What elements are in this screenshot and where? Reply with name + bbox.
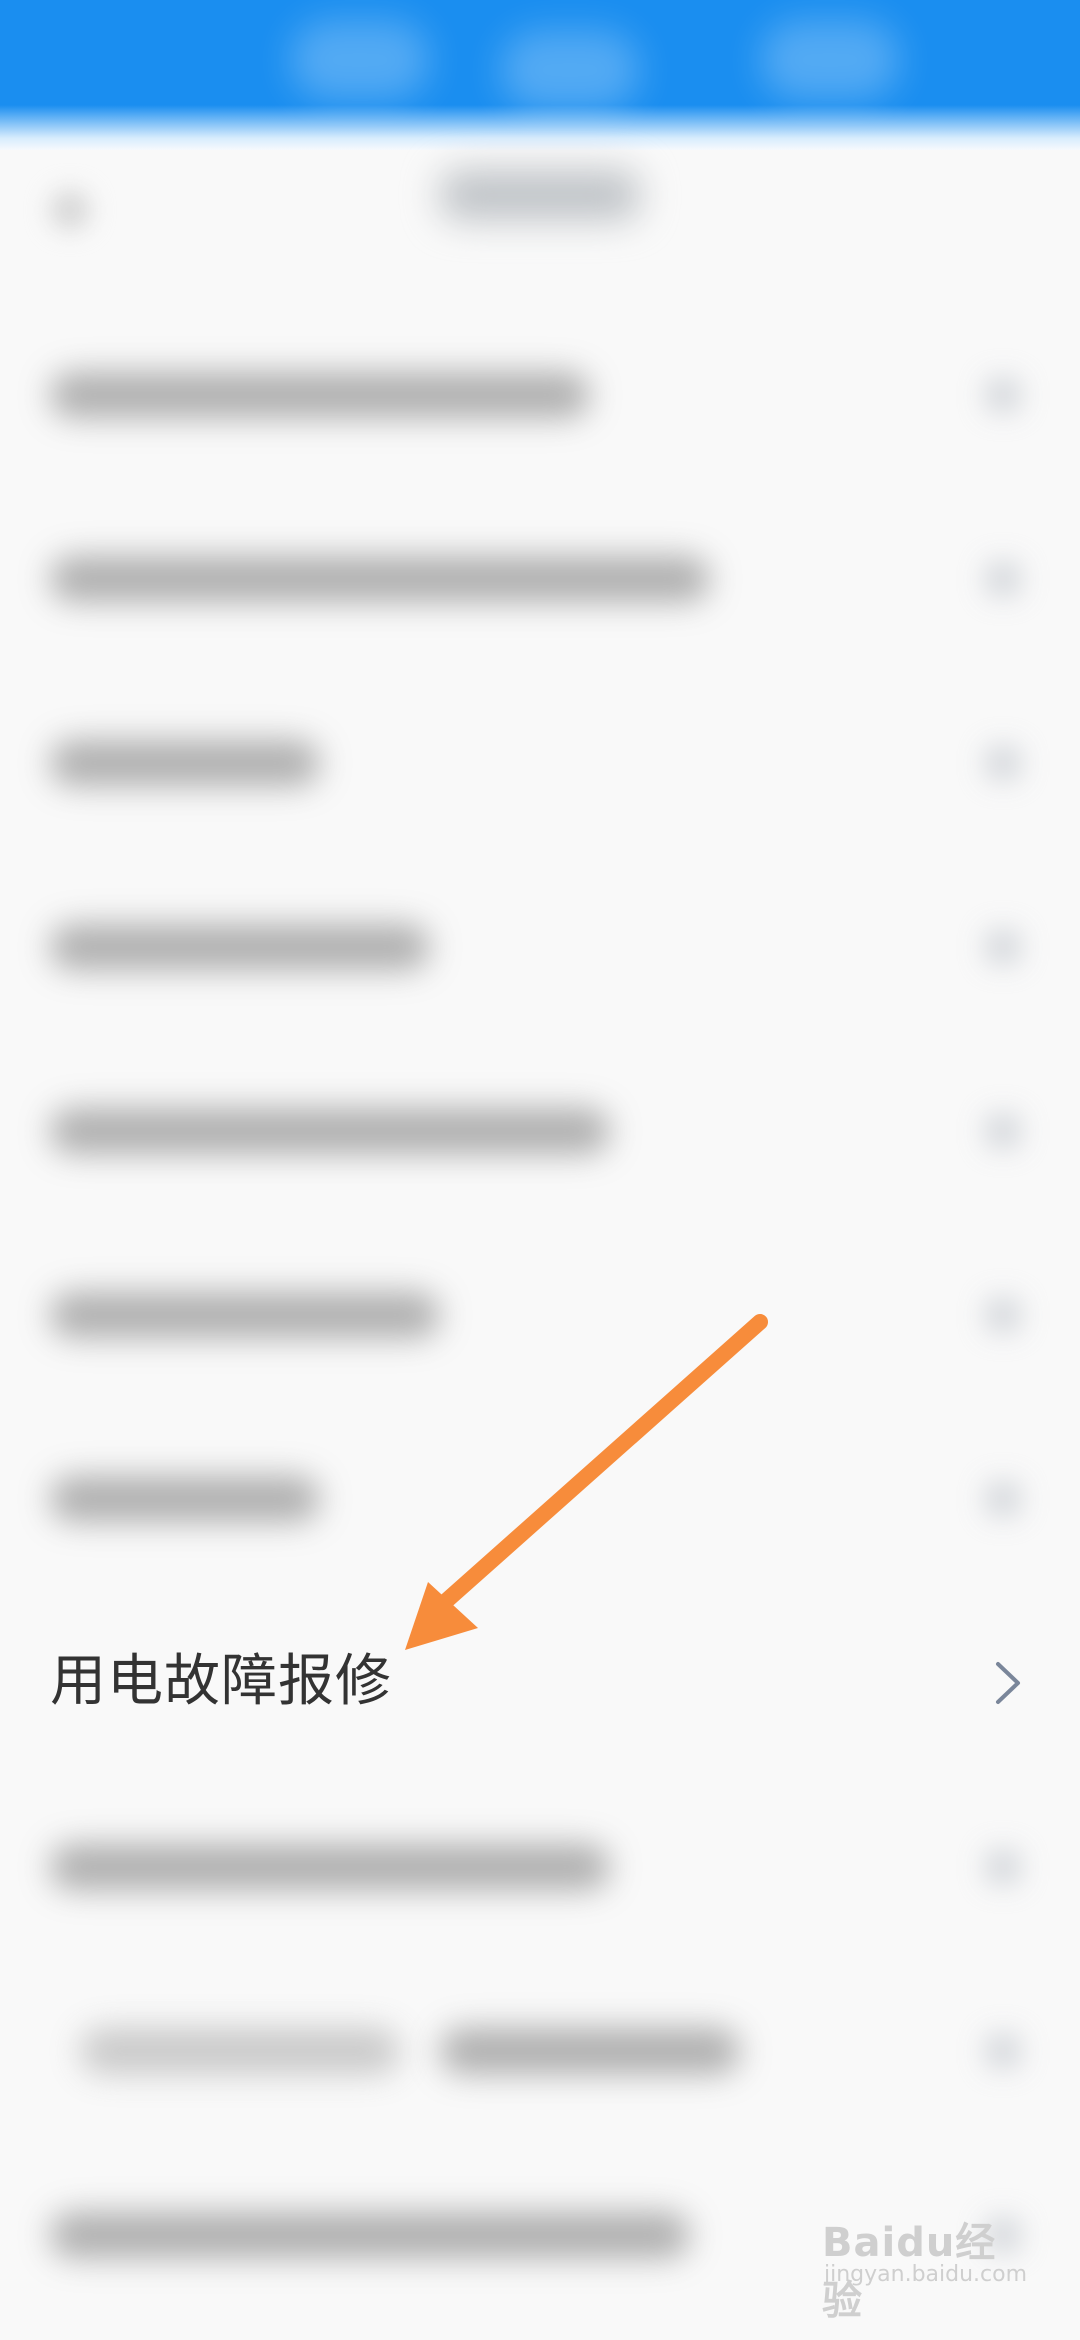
chevron-right-icon bbox=[996, 1662, 1020, 1704]
blurred-icon bbox=[760, 20, 900, 100]
header-row bbox=[0, 150, 1080, 270]
blurred-icon bbox=[290, 20, 430, 100]
chevron-right-icon bbox=[986, 1114, 1020, 1148]
blurred-label bbox=[80, 2028, 400, 2074]
blurred-label bbox=[440, 2028, 740, 2074]
chevron-right-icon bbox=[986, 930, 1020, 964]
blurred-label bbox=[50, 1292, 440, 1338]
list-item-blurred[interactable] bbox=[0, 1956, 1080, 2140]
list-item-blurred[interactable] bbox=[0, 1772, 1080, 1956]
blurred-label bbox=[50, 1844, 610, 1890]
chevron-right-icon bbox=[986, 562, 1020, 596]
blurred-label bbox=[50, 1108, 610, 1154]
list-item-blurred[interactable] bbox=[0, 484, 1080, 668]
blurred-icon bbox=[500, 30, 640, 110]
list-item-blurred[interactable] bbox=[0, 852, 1080, 1036]
blurred-label bbox=[50, 2212, 690, 2258]
chevron-right-icon bbox=[986, 1850, 1020, 1884]
list-item-blurred[interactable] bbox=[0, 1404, 1080, 1588]
page-title-blurred bbox=[440, 170, 640, 220]
list-item-blurred[interactable] bbox=[0, 300, 1080, 484]
blurred-label bbox=[50, 1476, 320, 1522]
back-icon[interactable] bbox=[50, 190, 90, 230]
blurred-label bbox=[50, 556, 710, 602]
blurred-label bbox=[50, 924, 430, 970]
chevron-right-icon bbox=[986, 1482, 1020, 1516]
list-item-blurred[interactable] bbox=[0, 1220, 1080, 1404]
blurred-label bbox=[50, 740, 320, 786]
chevron-right-icon bbox=[986, 1298, 1020, 1332]
list-item-blurred[interactable] bbox=[0, 668, 1080, 852]
list-item-blurred[interactable] bbox=[0, 1036, 1080, 1220]
list-item-label: 用电故障报修 bbox=[50, 1649, 392, 1714]
chevron-right-icon bbox=[986, 378, 1020, 412]
watermark: Baidu经验 jingyan.baidu.com bbox=[822, 2210, 1027, 2324]
list-item-power-fault-repair[interactable]: 用电故障报修 bbox=[0, 1588, 1080, 1772]
top-app-bar bbox=[0, 0, 1080, 150]
chevron-right-icon bbox=[986, 2034, 1020, 2068]
watermark-site: jingyan.baidu.com bbox=[824, 2262, 1028, 2287]
app-screen: 用电故障报修 Baidu经验 jingyan.baidu.com bbox=[0, 0, 1080, 2340]
service-list: 用电故障报修 bbox=[0, 300, 1080, 2324]
blurred-label bbox=[50, 372, 590, 418]
chevron-right-icon bbox=[986, 746, 1020, 780]
